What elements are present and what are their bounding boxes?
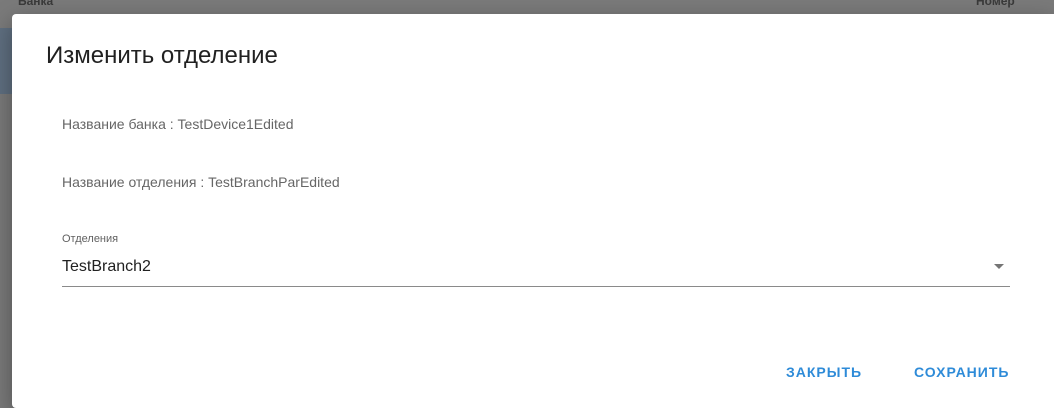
bank-name-line: Название банка : TestDevice1Edited (62, 116, 294, 132)
branch-name-line: Название отделения : TestBranchParEdited (62, 174, 340, 190)
branches-select[interactable]: TestBranch2 (62, 250, 1010, 287)
save-button[interactable]: СОХРАНИТЬ (914, 364, 1009, 380)
dialog-title: Изменить отделение (46, 42, 278, 69)
branches-select-value: TestBranch2 (62, 258, 151, 275)
background-app-bar-edge (0, 28, 12, 94)
chevron-down-icon[interactable] (994, 264, 1004, 269)
edit-branch-dialog: Изменить отделение Название банка : Test… (12, 14, 1054, 408)
background-column-header-bank: Банка (18, 0, 54, 8)
background-column-header-number: Номер (976, 0, 1015, 8)
branches-select-label: Отделения (62, 233, 119, 245)
close-button[interactable]: ЗАКРЫТЬ (786, 364, 862, 380)
